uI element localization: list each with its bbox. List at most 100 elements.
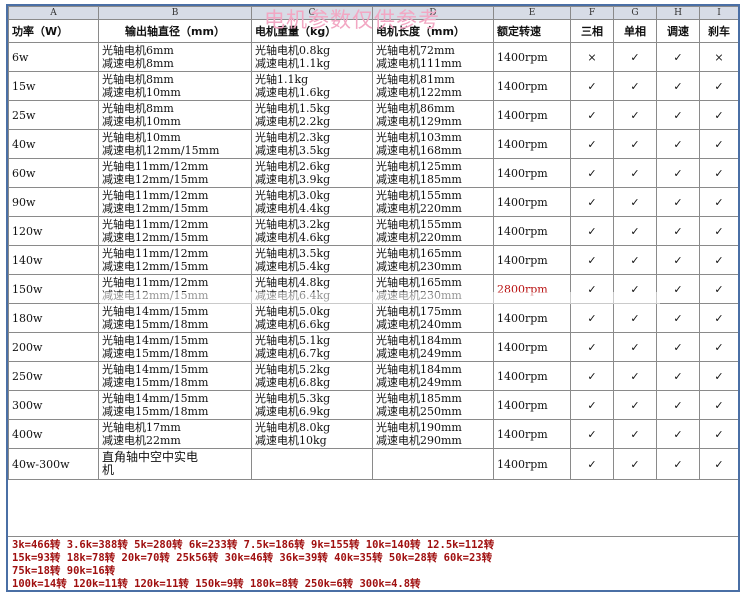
- brake-mark[interactable]: ✓: [699, 390, 738, 420]
- three-phase-mark[interactable]: ✓: [570, 187, 614, 217]
- three-phase-mark[interactable]: ✓: [570, 158, 614, 188]
- header-speed-control[interactable]: 调速: [656, 19, 700, 43]
- single-phase-mark[interactable]: ✓: [613, 42, 657, 72]
- shaft-cell[interactable]: 光轴电机17mm 减速电机22mm: [98, 419, 252, 449]
- speed-cell[interactable]: 1400rpm: [493, 216, 571, 246]
- three-phase-mark[interactable]: ✓: [570, 71, 614, 101]
- length-cell[interactable]: 光轴电机103mm 减速电机168mm: [372, 129, 494, 159]
- speed-cell[interactable]: 1400rpm: [493, 71, 571, 101]
- speed-control-mark[interactable]: ✓: [656, 187, 700, 217]
- brake-mark[interactable]: ✓: [699, 187, 738, 217]
- three-phase-mark[interactable]: ✓: [570, 390, 614, 420]
- length-cell[interactable]: 光轴电机155mm 减速电机220mm: [372, 216, 494, 246]
- brake-mark[interactable]: ✓: [699, 448, 738, 480]
- weight-cell[interactable]: 光轴电机5.3kg 减速电机6.9kg: [251, 390, 373, 420]
- length-cell[interactable]: 光轴电机72mm 减速电机111mm: [372, 42, 494, 72]
- shaft-cell[interactable]: 光轴电机6mm 减速电机8mm: [98, 42, 252, 72]
- speed-cell[interactable]: 1400rpm: [493, 129, 571, 159]
- power-cell[interactable]: 40w-300w: [8, 448, 99, 480]
- single-phase-mark[interactable]: ✓: [613, 303, 657, 333]
- single-phase-mark[interactable]: ✓: [613, 332, 657, 362]
- speed-control-mark[interactable]: ✓: [656, 42, 700, 72]
- length-cell[interactable]: 光轴电机175mm 减速电机240mm: [372, 303, 494, 333]
- speed-cell[interactable]: 1400rpm: [493, 361, 571, 391]
- power-cell[interactable]: 250w: [8, 361, 99, 391]
- single-phase-mark[interactable]: ✓: [613, 100, 657, 130]
- header-speed[interactable]: 额定转速: [493, 19, 571, 43]
- shaft-cell[interactable]: 光轴电11mm/12mm减速电12mm/15mm: [98, 216, 252, 246]
- weight-cell[interactable]: 光轴电机2.3kg 减速电机3.5kg: [251, 129, 373, 159]
- shaft-cell[interactable]: 光轴电11mm/12mm减速电12mm/15mm: [98, 187, 252, 217]
- header-three-phase[interactable]: 三相: [570, 19, 614, 43]
- header-single-phase[interactable]: 单相: [613, 19, 657, 43]
- single-phase-mark[interactable]: ✓: [613, 361, 657, 391]
- col-letter[interactable]: H: [656, 6, 700, 20]
- single-phase-mark[interactable]: ✓: [613, 129, 657, 159]
- three-phase-mark[interactable]: ×: [570, 42, 614, 72]
- single-phase-mark[interactable]: ✓: [613, 158, 657, 188]
- single-phase-mark[interactable]: ✓: [613, 390, 657, 420]
- single-phase-mark[interactable]: ✓: [613, 448, 657, 480]
- speed-control-mark[interactable]: ✓: [656, 216, 700, 246]
- col-letter[interactable]: E: [493, 6, 571, 20]
- brake-mark[interactable]: ✓: [699, 71, 738, 101]
- col-letter[interactable]: F: [570, 6, 614, 20]
- length-cell[interactable]: 光轴电机184mm 减速电机249mm: [372, 361, 494, 391]
- col-letter[interactable]: I: [699, 6, 738, 20]
- speed-control-mark[interactable]: ✓: [656, 419, 700, 449]
- three-phase-mark[interactable]: ✓: [570, 216, 614, 246]
- length-cell[interactable]: 光轴电机190mm 减速电机290mm: [372, 419, 494, 449]
- three-phase-mark[interactable]: ✓: [570, 303, 614, 333]
- three-phase-mark[interactable]: ✓: [570, 332, 614, 362]
- three-phase-mark[interactable]: ✓: [570, 245, 614, 275]
- brake-mark[interactable]: ✓: [699, 361, 738, 391]
- weight-cell[interactable]: 光轴电机2.6kg 减速电机3.9kg: [251, 158, 373, 188]
- speed-cell[interactable]: 1400rpm: [493, 42, 571, 72]
- speed-control-mark[interactable]: ✓: [656, 129, 700, 159]
- length-cell[interactable]: 光轴电机125mm 减速电机185mm: [372, 158, 494, 188]
- weight-cell[interactable]: 光轴电机3.2kg 减速电机4.6kg: [251, 216, 373, 246]
- three-phase-mark[interactable]: ✓: [570, 129, 614, 159]
- single-phase-mark[interactable]: ✓: [613, 216, 657, 246]
- shaft-cell[interactable]: 光轴电机8mm 减速电机10mm: [98, 71, 252, 101]
- speed-control-mark[interactable]: ✓: [656, 274, 700, 304]
- speed-cell[interactable]: 1400rpm: [493, 419, 571, 449]
- header-brake[interactable]: 刹车: [699, 19, 738, 43]
- brake-mark[interactable]: ✓: [699, 158, 738, 188]
- length-cell[interactable]: 光轴电机86mm 减速电机129mm: [372, 100, 494, 130]
- weight-cell[interactable]: 光轴电机8.0kg 减速电机10kg: [251, 419, 373, 449]
- speed-control-mark[interactable]: ✓: [656, 390, 700, 420]
- brake-mark[interactable]: ✓: [699, 216, 738, 246]
- shaft-cell[interactable]: 光轴电14mm/15mm 减速电15mm/18mm: [98, 303, 252, 333]
- brake-mark[interactable]: ✓: [699, 245, 738, 275]
- power-cell[interactable]: 120w: [8, 216, 99, 246]
- weight-cell[interactable]: 光轴电机5.1kg 减速电机6.7kg: [251, 332, 373, 362]
- power-cell[interactable]: 90w: [8, 187, 99, 217]
- shaft-cell[interactable]: 光轴电14mm/15mm 减速电15mm/18mm: [98, 332, 252, 362]
- power-cell[interactable]: 15w: [8, 71, 99, 101]
- weight-cell[interactable]: 光轴1.1kg 减速电机1.6kg: [251, 71, 373, 101]
- single-phase-mark[interactable]: ✓: [613, 71, 657, 101]
- weight-cell[interactable]: 光轴电机1.5kg 减速电机2.2kg: [251, 100, 373, 130]
- brake-mark[interactable]: ✓: [699, 274, 738, 304]
- power-cell[interactable]: 150w: [8, 274, 99, 304]
- three-phase-mark[interactable]: ✓: [570, 100, 614, 130]
- three-phase-mark[interactable]: ✓: [570, 419, 614, 449]
- power-cell[interactable]: 180w: [8, 303, 99, 333]
- speed-control-mark[interactable]: ✓: [656, 332, 700, 362]
- speed-cell[interactable]: 1400rpm: [493, 448, 571, 480]
- brake-mark[interactable]: ✓: [699, 419, 738, 449]
- power-cell[interactable]: 60w: [8, 158, 99, 188]
- shaft-cell[interactable]: 光轴电机8mm 减速电机10mm: [98, 100, 252, 130]
- length-cell[interactable]: 光轴电机184mm 减速电机249mm: [372, 332, 494, 362]
- length-cell[interactable]: 光轴电机185mm 减速电机250mm: [372, 390, 494, 420]
- power-cell[interactable]: 25w: [8, 100, 99, 130]
- length-cell[interactable]: 光轴电机81mm 减速电机122mm: [372, 71, 494, 101]
- brake-mark[interactable]: ✓: [699, 129, 738, 159]
- single-phase-mark[interactable]: ✓: [613, 419, 657, 449]
- weight-cell[interactable]: 光轴电机3.5kg 减速电机5.4kg: [251, 245, 373, 275]
- power-cell[interactable]: 200w: [8, 332, 99, 362]
- shaft-cell[interactable]: 光轴电14mm/15mm 减速电15mm/18mm: [98, 361, 252, 391]
- brake-mark[interactable]: ✓: [699, 332, 738, 362]
- three-phase-mark[interactable]: ✓: [570, 448, 614, 480]
